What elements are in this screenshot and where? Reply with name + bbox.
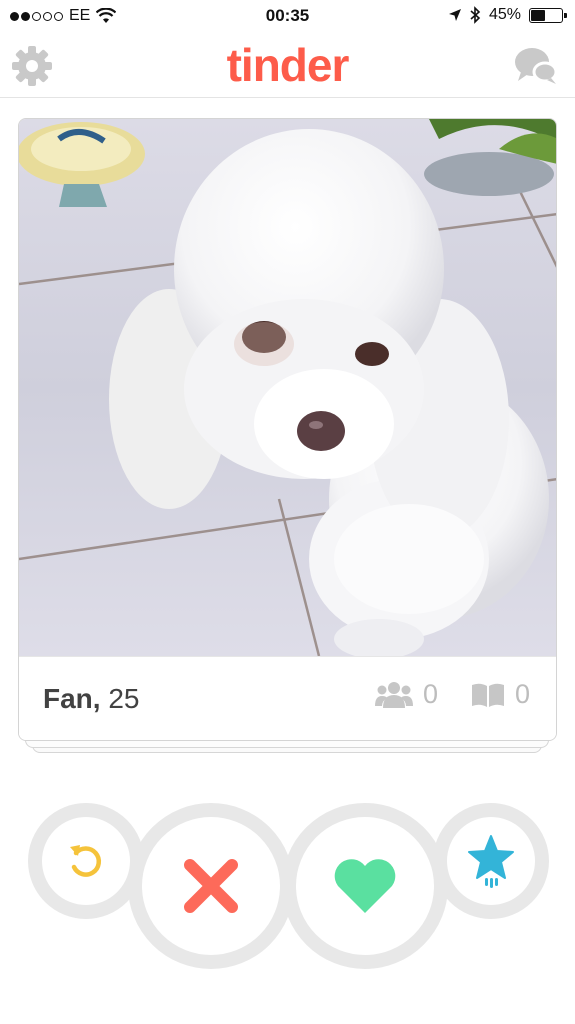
x-icon <box>184 859 238 913</box>
status-right: 45% <box>448 6 567 24</box>
profile-name: Fan, <box>43 683 101 714</box>
location-arrow-icon <box>448 9 461 21</box>
battery-level <box>531 9 545 21</box>
rewind-button[interactable] <box>28 803 144 919</box>
profile-name-age: Fan, 25 <box>43 683 140 715</box>
profile-age: 25 <box>108 683 140 714</box>
common-interests-count: 0 <box>515 679 531 709</box>
profile-photo[interactable] <box>19 119 556 656</box>
common-friends-count: 0 <box>423 679 439 709</box>
status-bar: EE 00:35 45% <box>0 0 575 32</box>
battery-percent: 45% <box>488 6 521 23</box>
messages-button[interactable] <box>513 44 559 88</box>
nav-bar: tinder <box>0 32 575 98</box>
star-icon <box>468 835 514 888</box>
friends-icon <box>375 681 413 708</box>
rewind-icon <box>70 845 102 877</box>
profile-card[interactable]: Fan, 25 0 0 <box>18 118 557 741</box>
superlike-button[interactable] <box>433 803 549 919</box>
tinder-logo: tinder <box>0 38 575 92</box>
heart-icon <box>334 859 396 913</box>
logo-text: tinder <box>226 39 350 91</box>
open-book-icon <box>472 683 504 707</box>
bluetooth-icon <box>470 6 481 24</box>
common-friends[interactable]: 0 <box>375 679 438 710</box>
card-footer: Fan, 25 0 0 <box>19 656 556 740</box>
common-interests[interactable]: 0 <box>471 679 530 710</box>
battery-icon <box>529 7 567 23</box>
nope-button[interactable] <box>128 803 294 969</box>
chat-bubbles-icon <box>515 48 558 84</box>
like-button[interactable] <box>282 803 448 969</box>
poodle-photo-image <box>19 119 556 656</box>
